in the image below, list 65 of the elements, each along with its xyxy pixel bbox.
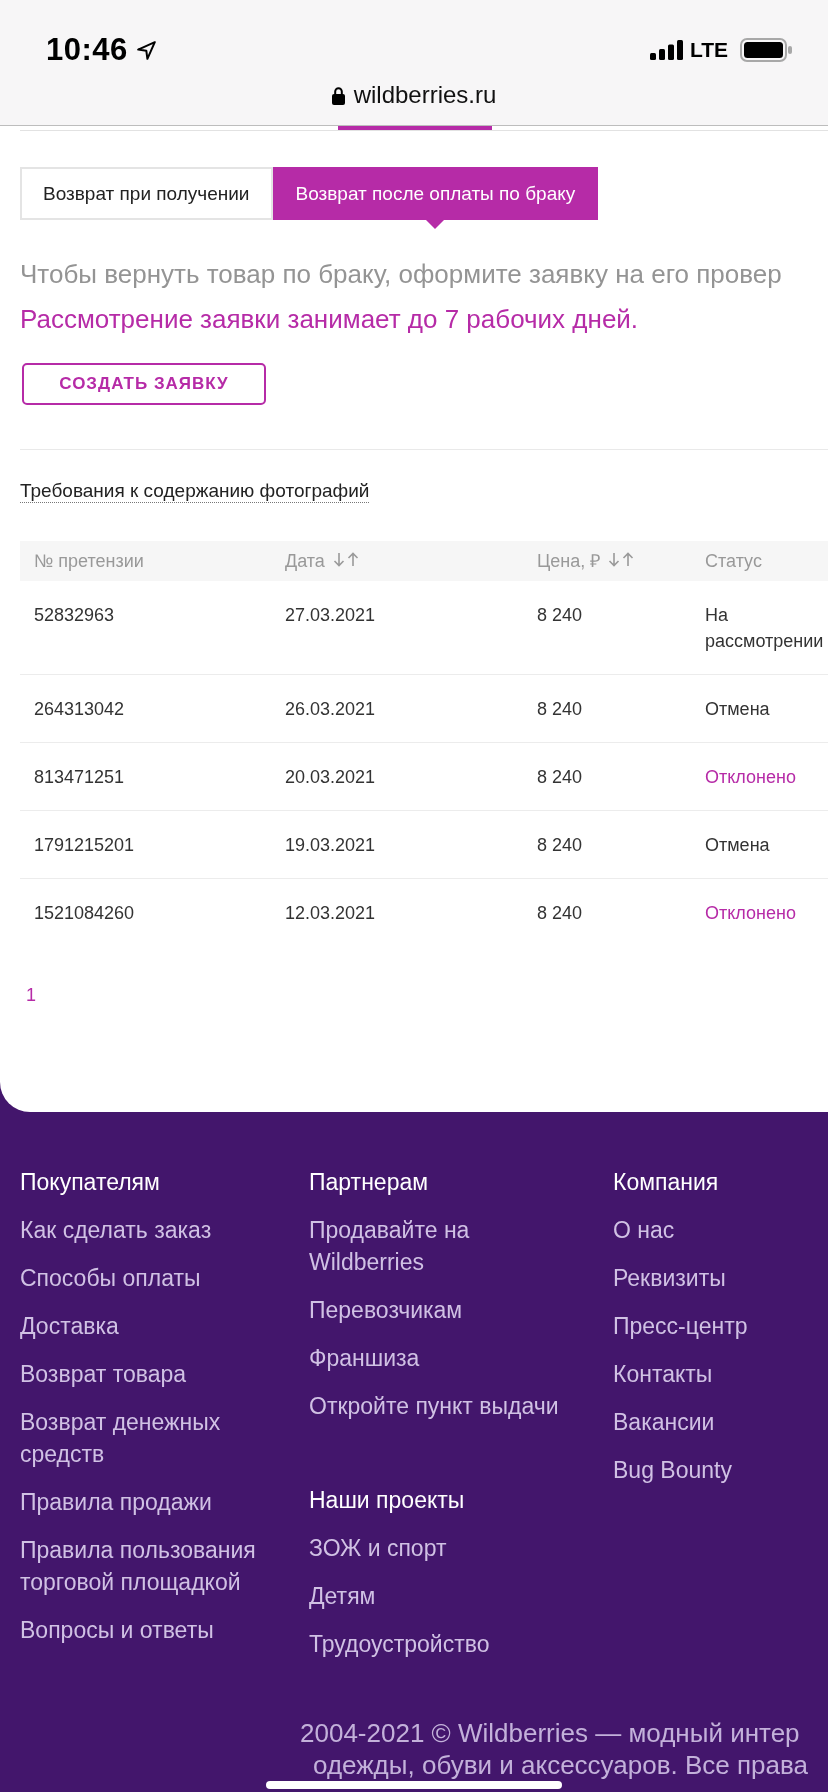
- claim-price: 8 240: [537, 834, 583, 857]
- claim-status: Отмена: [705, 834, 770, 857]
- claim-number: 1791215201: [34, 834, 135, 857]
- footer-link[interactable]: Продавайте на Wildberries: [309, 1214, 579, 1278]
- signal-icon: [649, 40, 684, 60]
- status-time: 10:46: [46, 32, 128, 68]
- footer-link[interactable]: Правила продажи: [20, 1486, 212, 1518]
- footer-link[interactable]: Способы оплаты: [20, 1262, 201, 1294]
- footer-heading: Покупателям: [20, 1168, 160, 1197]
- claim-price: 8 240: [537, 604, 583, 627]
- footer-link[interactable]: ЗОЖ и спорт: [309, 1532, 447, 1564]
- footer-heading: Наши проекты: [309, 1486, 465, 1515]
- column-header: № претензии: [34, 550, 144, 572]
- footer-link[interactable]: Франшиза: [309, 1342, 420, 1374]
- claim-status: Отмена: [705, 698, 770, 721]
- claim-date: 20.03.2021: [285, 766, 376, 789]
- copyright-text: 2004-2021 © Wildberries — модный интер: [300, 1717, 800, 1749]
- location-arrow-icon: [136, 40, 156, 60]
- tab[interactable]: Возврат после оплаты по браку: [272, 167, 599, 220]
- claim-number: 264313042: [34, 698, 125, 721]
- footer-link[interactable]: Откройте пункт выдачи: [309, 1390, 559, 1422]
- sort-icon: [332, 551, 359, 567]
- claim-status: На рассмотрении: [705, 604, 825, 653]
- footer-link[interactable]: Детям: [309, 1580, 376, 1612]
- claim-status: Отклонено: [705, 902, 796, 925]
- footer-link[interactable]: Пресс-центр: [613, 1310, 748, 1342]
- footer-link[interactable]: Контакты: [613, 1358, 713, 1390]
- footer-link[interactable]: Bug Bounty: [613, 1454, 732, 1486]
- page-number[interactable]: 1: [22, 985, 40, 1005]
- footer-link[interactable]: Вопросы и ответы: [20, 1614, 214, 1646]
- footer-link[interactable]: Правила пользования торговой площадкой: [20, 1534, 275, 1598]
- footer-link[interactable]: О нас: [613, 1214, 675, 1246]
- copyright-text: одежды, обуви и аксессуаров. Все права: [313, 1749, 808, 1781]
- network-label: LTE: [689, 38, 728, 62]
- instruction-text: Чтобы вернуть товар по браку, оформите заявку на его провер: [20, 258, 782, 291]
- tab[interactable]: Возврат при получении: [20, 167, 273, 220]
- sort-icon: [608, 551, 635, 567]
- footer-link[interactable]: Вакансии: [613, 1406, 715, 1438]
- tab-pointer-icon: [426, 220, 445, 229]
- create-request-button[interactable]: СОЗДАТЬ ЗАЯВКУ: [22, 363, 266, 405]
- claim-number: 52832963: [34, 604, 115, 627]
- footer-link[interactable]: Трудоустройство: [309, 1628, 490, 1660]
- claim-date: 26.03.2021: [285, 698, 376, 721]
- photo-requirements-link[interactable]: Требования к содержанию фотографий: [20, 480, 370, 503]
- page-url[interactable]: wildberries.ru: [353, 80, 497, 110]
- footer-link[interactable]: Возврат денежных средств: [20, 1406, 275, 1470]
- claim-price: 8 240: [537, 766, 583, 789]
- footer-link[interactable]: Перевозчикам: [309, 1294, 463, 1326]
- footer-link[interactable]: Как сделать заказ: [20, 1214, 212, 1246]
- footer-heading: Партнерам: [309, 1168, 429, 1197]
- column-header: Статус: [705, 550, 762, 572]
- battery-icon: [740, 38, 792, 62]
- claim-price: 8 240: [537, 698, 583, 721]
- footer-link[interactable]: Доставка: [20, 1310, 119, 1342]
- claim-number: 1521084260: [34, 902, 135, 925]
- claim-number: 813471251: [34, 766, 125, 789]
- claim-date: 12.03.2021: [285, 902, 376, 925]
- footer-link[interactable]: Реквизиты: [613, 1262, 726, 1294]
- review-time-note: Рассмотрение заявки занимает до 7 рабочих дней.: [20, 303, 639, 336]
- claim-date: 27.03.2021: [285, 604, 376, 627]
- footer-heading: Компания: [613, 1168, 719, 1197]
- claim-date: 19.03.2021: [285, 834, 376, 857]
- claim-status: Отклонено: [705, 766, 796, 789]
- claim-price: 8 240: [537, 902, 583, 925]
- footer-link[interactable]: Возврат товара: [20, 1358, 187, 1390]
